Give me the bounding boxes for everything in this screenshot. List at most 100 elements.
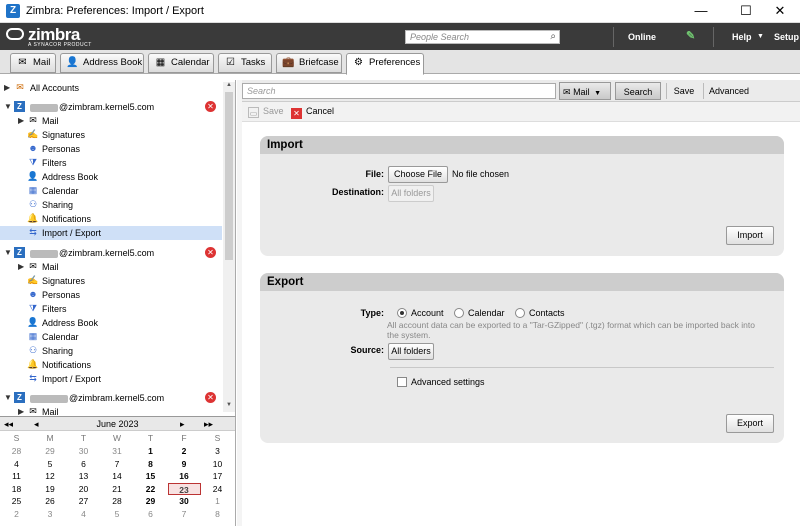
calendar-day[interactable]: 4 — [0, 458, 33, 470]
calendar-day[interactable]: 7 — [101, 458, 134, 470]
expand-arrow-icon[interactable]: ▶ — [18, 114, 24, 128]
calendar-day[interactable]: 4 — [67, 508, 100, 520]
remove-account-icon[interactable]: ✕ — [205, 101, 216, 112]
tab-briefcase[interactable]: 💼 Briefcase — [276, 53, 342, 73]
advanced-search-button[interactable]: Advanced — [707, 82, 751, 100]
advanced-settings-checkbox[interactable] — [397, 377, 407, 387]
tab-mail[interactable]: ✉ Mail — [10, 53, 56, 73]
tree-item-address-book[interactable]: 👤 Address Book — [0, 316, 222, 330]
calendar-day[interactable]: 18 — [0, 483, 33, 495]
calendar-day[interactable]: 2 — [168, 445, 201, 457]
tree-item-import-export[interactable]: ⇆ Import / Export — [0, 372, 222, 386]
tree-item-mail[interactable]: ▶ ✉ Mail — [0, 114, 222, 128]
tree-account-1[interactable]: ▼ Z @zimbram.kernel5.com ✕ — [0, 100, 222, 114]
calendar-day[interactable]: 29 — [34, 445, 67, 457]
calendar-day[interactable]: 19 — [34, 483, 67, 495]
calendar-day[interactable]: 17 — [201, 470, 234, 482]
calendar-day[interactable]: 3 — [34, 508, 67, 520]
calendar-day[interactable]: 24 — [201, 483, 234, 495]
calendar-day[interactable]: 5 — [34, 458, 67, 470]
calendar-day[interactable]: 22 — [134, 483, 167, 495]
chevron-down-icon[interactable]: ▼ — [757, 33, 764, 40]
tree-item-address-book[interactable]: 👤 Address Book — [0, 170, 222, 184]
tree-item-import-export[interactable]: ⇆ Import / Export — [0, 226, 222, 240]
calendar-day[interactable]: 27 — [67, 495, 100, 507]
expand-arrow-icon[interactable]: ▶ — [4, 81, 10, 95]
tree-item-filters[interactable]: ⧩ Filters — [0, 156, 222, 170]
next-month-icon[interactable]: ▸ — [180, 417, 185, 431]
calendar-day[interactable]: 29 — [134, 495, 167, 507]
tab-address-book[interactable]: 👤 Address Book — [60, 53, 144, 73]
collapse-arrow-icon[interactable]: ▼ — [4, 391, 12, 405]
calendar-day[interactable]: 7 — [168, 508, 201, 520]
type-contacts-radio[interactable] — [515, 308, 525, 318]
tab-tasks[interactable]: ☑ Tasks — [218, 53, 272, 73]
tree-item-calendar[interactable]: ▦ Calendar — [0, 184, 222, 198]
type-contacts-label[interactable]: Contacts — [529, 308, 565, 318]
save-button[interactable]: ▭ Save — [248, 105, 284, 118]
tree-item-signatures[interactable]: ✍ Signatures — [0, 274, 222, 288]
search-button[interactable]: Search — [615, 82, 661, 100]
scroll-up-icon[interactable]: ▲ — [224, 82, 234, 92]
calendar-day[interactable]: 5 — [101, 508, 134, 520]
tree-item-personas[interactable]: ☻ Personas — [0, 288, 222, 302]
tree-account-3[interactable]: ▼ Z @zimbram.kernel5.com ✕ — [0, 391, 222, 405]
import-button[interactable]: Import — [726, 226, 774, 245]
type-account-radio[interactable] — [397, 308, 407, 318]
close-window-button[interactable]: ✕ — [765, 2, 795, 20]
calendar-day[interactable]: 20 — [67, 483, 100, 495]
tree-item-notifications[interactable]: 🔔 Notifications — [0, 358, 222, 372]
search-input[interactable]: Search — [242, 83, 556, 99]
calendar-day[interactable]: 13 — [67, 470, 100, 482]
tree-item-notifications[interactable]: 🔔 Notifications — [0, 212, 222, 226]
destination-folder-button[interactable]: All folders — [388, 185, 434, 202]
tree-item-signatures[interactable]: ✍ Signatures — [0, 128, 222, 142]
calendar-day[interactable]: 6 — [134, 508, 167, 520]
people-search-input[interactable]: People Search ⌕ — [405, 30, 560, 44]
remove-account-icon[interactable]: ✕ — [205, 392, 216, 403]
next-year-icon[interactable]: ▸▸ — [204, 417, 213, 431]
calendar-day[interactable]: 26 — [34, 495, 67, 507]
calendar-day[interactable]: 1 — [201, 495, 234, 507]
tree-item-sharing[interactable]: ⚇ Sharing — [0, 198, 222, 212]
tree-item-calendar[interactable]: ▦ Calendar — [0, 330, 222, 344]
export-button[interactable]: Export — [726, 414, 774, 433]
tree-scrollbar[interactable]: ▲ ▼ — [223, 82, 235, 412]
calendar-day[interactable]: 3 — [201, 445, 234, 457]
tree-all-accounts[interactable]: ▶ ✉ All Accounts — [0, 81, 222, 95]
calendar-day[interactable]: 28 — [0, 445, 33, 457]
calendar-day[interactable]: 11 — [0, 470, 33, 482]
calendar-day[interactable]: 30 — [168, 495, 201, 507]
search-scope-select[interactable]: ✉ Mail ▼ — [559, 82, 611, 100]
calendar-day-today[interactable]: 23 — [167, 482, 201, 495]
tab-preferences[interactable]: ⚙ Preferences — [346, 53, 424, 75]
source-folder-button[interactable]: All folders — [388, 343, 434, 360]
choose-file-button[interactable]: Choose File — [388, 166, 448, 183]
expand-arrow-icon[interactable]: ▶ — [18, 260, 24, 274]
tree-item-filters[interactable]: ⧩ Filters — [0, 302, 222, 316]
calendar-day[interactable]: 8 — [201, 508, 234, 520]
calendar-day[interactable]: 15 — [134, 470, 167, 482]
calendar-day[interactable]: 16 — [168, 470, 201, 482]
collapse-arrow-icon[interactable]: ▼ — [4, 246, 12, 260]
calendar-day[interactable]: 25 — [0, 495, 33, 507]
calendar-day[interactable]: 12 — [34, 470, 67, 482]
cancel-button[interactable]: ✕ Cancel — [291, 105, 334, 119]
calendar-day[interactable]: 21 — [101, 483, 134, 495]
calendar-day[interactable]: 31 — [101, 445, 134, 457]
calendar-day[interactable]: 1 — [134, 445, 167, 457]
scroll-down-icon[interactable]: ▼ — [224, 402, 234, 412]
calendar-day[interactable]: 10 — [201, 458, 234, 470]
help-menu[interactable]: Help — [732, 32, 752, 42]
tree-item-personas[interactable]: ☻ Personas — [0, 142, 222, 156]
advanced-settings-label[interactable]: Advanced settings — [411, 377, 485, 387]
type-calendar-radio[interactable] — [454, 308, 464, 318]
scrollbar-thumb[interactable] — [225, 92, 233, 260]
tree-item-mail[interactable]: ▶ ✉ Mail — [0, 405, 222, 416]
calendar-day[interactable]: 28 — [101, 495, 134, 507]
type-account-label[interactable]: Account — [411, 308, 444, 318]
remove-account-icon[interactable]: ✕ — [205, 247, 216, 258]
save-search-button[interactable]: Save — [670, 82, 698, 100]
calendar-day[interactable]: 8 — [134, 458, 167, 470]
type-calendar-label[interactable]: Calendar — [468, 308, 505, 318]
